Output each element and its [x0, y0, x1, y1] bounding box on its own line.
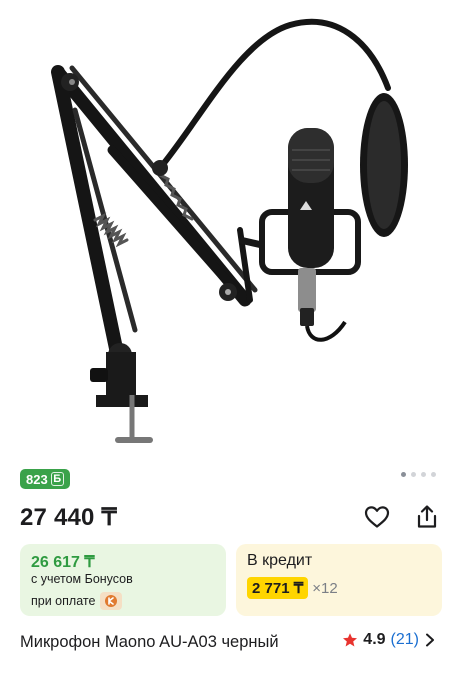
- kaspi-pay-icon: [100, 592, 123, 610]
- gallery-dot: [431, 472, 436, 477]
- rating-value: 4.9: [363, 631, 386, 648]
- gallery-dot: [411, 472, 416, 477]
- bonus-payment-label: при оплате: [31, 594, 96, 608]
- product-title: Микрофон Maono AU-A03 черный: [20, 633, 279, 651]
- bonus-price-card[interactable]: 26 617 ₸ с учетом Бонусов при оплате: [20, 544, 226, 616]
- rating-link[interactable]: 4.9 (21): [342, 631, 436, 649]
- product-price: 27 440 ₸: [20, 504, 117, 531]
- bonus-currency-icon: Б: [50, 472, 64, 486]
- credit-card[interactable]: В кредит 2 771 ₸ ×12: [236, 544, 442, 616]
- product-image-microphone: [51, 18, 408, 443]
- chevron-right-icon: [426, 633, 434, 647]
- heart-icon: [364, 506, 390, 528]
- bonus-price-amount: 26 617 ₸: [31, 554, 95, 571]
- bonus-badge-value: 823: [26, 471, 48, 487]
- credit-months: ×12: [312, 579, 338, 597]
- credit-title: В кредит: [247, 552, 313, 569]
- reviews-count[interactable]: (21): [391, 631, 419, 649]
- share-button[interactable]: [412, 502, 442, 532]
- credit-monthly-amount: 2 771 ₸: [247, 577, 309, 599]
- favorite-button[interactable]: [362, 502, 392, 532]
- bonus-price-note: с учетом Бонусов: [31, 572, 133, 586]
- gallery-dot: [421, 472, 426, 477]
- bonus-payment-note: при оплате: [31, 592, 123, 610]
- gallery-dot-active: [401, 472, 406, 477]
- credit-installment: 2 771 ₸ ×12: [247, 577, 338, 599]
- star-icon: [343, 633, 358, 647]
- bonus-badge: 823 Б: [20, 469, 70, 489]
- product-image-gallery[interactable]: [0, 0, 462, 460]
- gallery-pagination: [401, 472, 436, 477]
- share-icon: [417, 505, 437, 528]
